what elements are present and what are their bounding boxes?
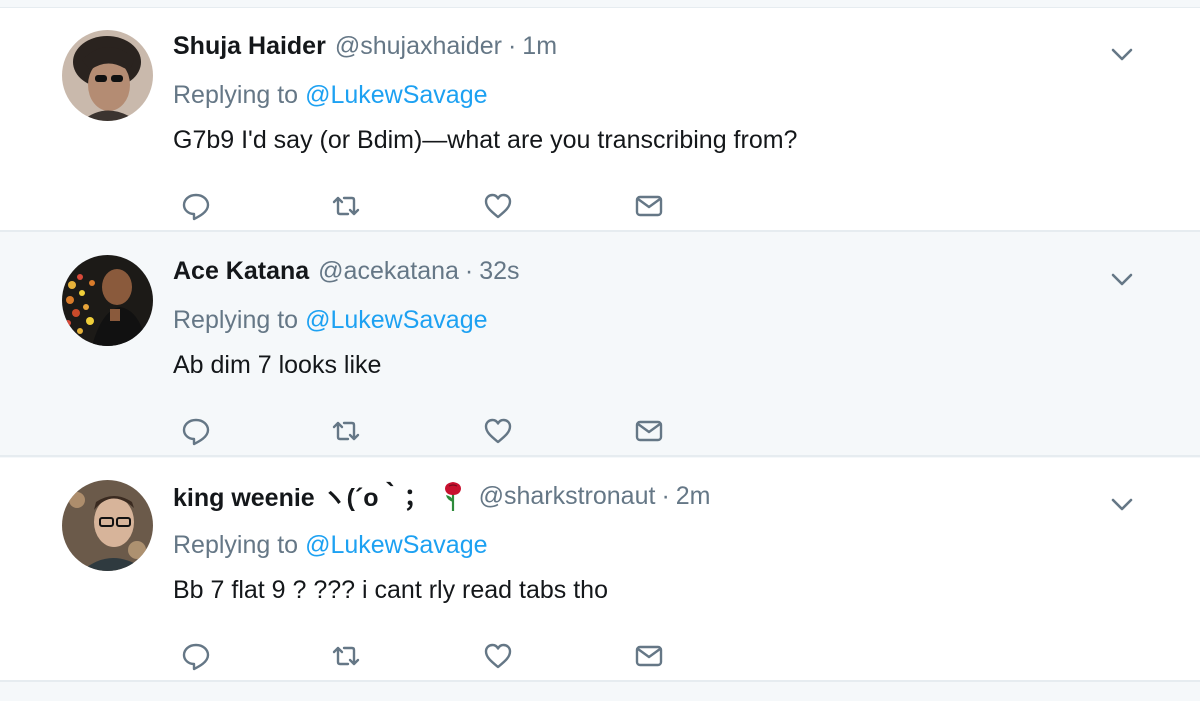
avatar[interactable] <box>62 30 153 121</box>
tweet-author-handle[interactable]: @sharkstronaut <box>479 482 656 511</box>
replying-to-mention[interactable]: @LukewSavage <box>305 531 487 559</box>
message-icon[interactable] <box>629 636 669 676</box>
like-icon[interactable] <box>478 636 518 676</box>
tweet-timestamp[interactable]: 1m <box>522 32 557 61</box>
retweet-icon[interactable] <box>326 411 366 451</box>
rose-icon <box>441 480 465 512</box>
tweet-text: Ab dim 7 looks like <box>173 351 382 379</box>
replying-to-label: Replying to <box>173 531 299 559</box>
chevron-down-icon[interactable] <box>1106 488 1138 520</box>
retweet-icon[interactable] <box>326 186 366 226</box>
avatar[interactable] <box>62 480 153 571</box>
replying-to-mention[interactable]: @LukewSavage <box>305 81 487 109</box>
tweet-author-handle[interactable]: @acekatana <box>318 257 459 286</box>
retweet-icon[interactable] <box>326 636 366 676</box>
like-icon[interactable] <box>478 186 518 226</box>
reply-icon[interactable] <box>176 186 216 226</box>
tweet-item[interactable]: Shuja Haider @shujaxhaider · 1m Replying… <box>0 8 1200 232</box>
replying-to-label: Replying to <box>173 306 299 334</box>
reply-icon[interactable] <box>176 636 216 676</box>
message-icon[interactable] <box>629 411 669 451</box>
replying-to-line: Replying to @LukewSavage <box>173 306 488 335</box>
like-icon[interactable] <box>478 411 518 451</box>
tweet-text: G7b9 I'd say (or Bdim)—what are you tran… <box>173 126 798 154</box>
tweet-author-name[interactable]: Ace Katana <box>173 257 309 286</box>
header-separator: · <box>507 31 517 60</box>
replying-to-label: Replying to <box>173 81 299 109</box>
replying-to-line: Replying to @LukewSavage <box>173 531 488 560</box>
tweet-timestamp[interactable]: 2m <box>676 482 711 511</box>
chevron-down-icon[interactable] <box>1106 263 1138 295</box>
reply-icon[interactable] <box>176 411 216 451</box>
tweet-item[interactable]: king weenie ヽ(´o｀； @sharkstronaut · 2m R… <box>0 458 1200 682</box>
replying-to-line: Replying to @LukewSavage <box>173 81 488 110</box>
tweet-author-handle[interactable]: @shujaxhaider <box>335 32 502 61</box>
feed-bottom-divider <box>0 684 1200 701</box>
message-icon[interactable] <box>629 186 669 226</box>
header-separator: · <box>464 256 474 285</box>
header-separator: · <box>661 481 670 510</box>
feed-top-divider <box>0 0 1200 8</box>
tweet-timestamp[interactable]: 32s <box>479 257 519 286</box>
tweet-feed: Shuja Haider @shujaxhaider · 1m Replying… <box>0 0 1200 701</box>
tweet-author-name[interactable]: king weenie ヽ(´o｀； <box>173 478 429 514</box>
replying-to-mention[interactable]: @LukewSavage <box>305 306 487 334</box>
tweet-author-name[interactable]: Shuja Haider <box>173 32 326 61</box>
tweet-text: Bb 7 flat 9 ? ??? i cant rly read tabs t… <box>173 576 608 604</box>
avatar[interactable] <box>62 255 153 346</box>
tweet-item[interactable]: Ace Katana @acekatana · 32s Replying to @… <box>0 233 1200 457</box>
chevron-down-icon[interactable] <box>1106 38 1138 70</box>
